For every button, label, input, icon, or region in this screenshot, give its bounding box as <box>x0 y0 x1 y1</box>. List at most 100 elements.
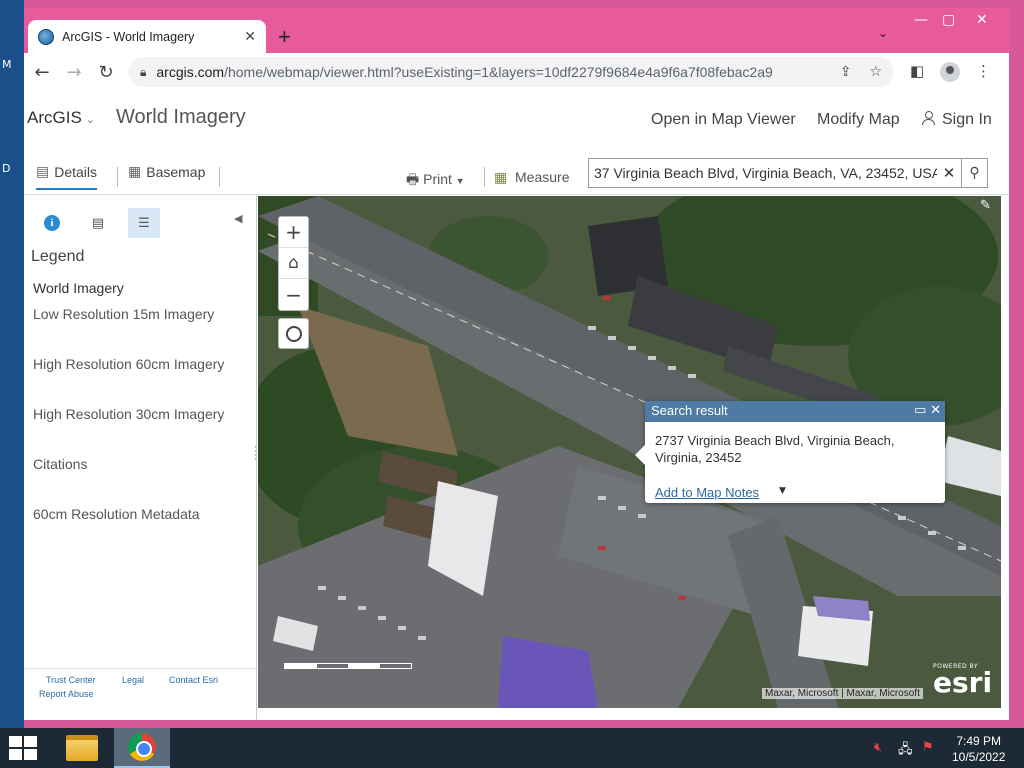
address-bar[interactable]: 🔒︎ arcgis.com/home/webmap/viewer.html?us… <box>128 57 894 87</box>
trust-center-link[interactable]: Trust Center <box>46 675 96 685</box>
back-icon[interactable]: ← <box>26 62 58 83</box>
app-header: ArcGIS ⌄ World Imagery Open in Map Viewer… <box>24 91 1009 151</box>
zoom-out-button[interactable]: − <box>279 279 308 310</box>
url-text[interactable]: arcgis.com/home/webmap/viewer.html?useEx… <box>156 64 821 80</box>
taskbar: 🔇︎ 🖧︎ ⚑ 7:49 PM 10/5/2022 <box>0 728 1024 768</box>
minimize-icon[interactable]: — <box>914 12 928 28</box>
esri-logo: POWERED BY esri <box>933 663 993 699</box>
maximize-icon[interactable]: ▢ <box>942 12 955 28</box>
system-clock[interactable]: 7:49 PM 10/5/2022 <box>952 733 1005 765</box>
legend-heading: Legend <box>31 248 85 265</box>
crosshair-icon <box>285 325 302 342</box>
lock-icon[interactable]: 🔒︎ <box>140 65 146 80</box>
map-toolbar: ▤Details ▦Basemap 🖶︎ Print ▼ ▦ Measure ✕… <box>24 153 1009 195</box>
measure-button[interactable]: ▦ Measure <box>494 169 569 186</box>
about-button[interactable]: i <box>36 208 68 238</box>
chrome-icon <box>128 733 156 761</box>
chrome-taskbar-button[interactable] <box>114 728 170 768</box>
new-tab-button[interactable]: + <box>278 24 291 50</box>
star-icon[interactable]: ☆ <box>869 64 882 80</box>
open-in-map-viewer-link[interactable]: Open in Map Viewer <box>651 111 796 129</box>
popup-header: Search result ▭ ✕ <box>645 401 945 422</box>
notification-icon[interactable]: ⚑ <box>922 740 934 755</box>
address-search: ✕ ⚲ <box>588 158 988 188</box>
search-icon[interactable]: ⚲ <box>961 159 987 187</box>
edit-icon[interactable]: ✎ <box>980 198 998 214</box>
legend-button[interactable]: ☰ <box>128 208 160 238</box>
chevron-down-icon: ⌄ <box>85 114 96 126</box>
browser-tab[interactable]: ArcGIS - World Imagery ✕ <box>28 20 266 54</box>
more-menu-icon[interactable]: ⋮ <box>976 62 991 80</box>
profile-avatar[interactable] <box>940 62 960 86</box>
grid-icon: ▦ <box>128 163 142 179</box>
close-icon[interactable]: ✕ <box>244 29 256 45</box>
legend-item: Low Resolution 15m Imagery <box>33 306 215 322</box>
document-icon: ▤ <box>36 163 50 179</box>
page-title: World Imagery <box>116 106 246 128</box>
legend-item: 60cm Resolution Metadata <box>33 506 200 522</box>
window-close-icon[interactable]: ✕ <box>976 12 988 28</box>
clear-icon[interactable]: ✕ <box>937 164 961 182</box>
home-icon: ⌂ <box>288 253 299 273</box>
user-icon <box>922 111 935 125</box>
layers-list-icon: ▤ <box>91 215 105 231</box>
content-button[interactable]: ▤ <box>82 208 114 238</box>
ruler-icon: ▦ <box>494 169 508 185</box>
legend-item: Citations <box>33 456 88 472</box>
modify-map-link[interactable]: Modify Map <box>817 111 900 129</box>
folder-icon <box>66 735 98 761</box>
locate-button[interactable] <box>278 318 309 349</box>
search-input[interactable] <box>589 165 937 181</box>
popup-pointer <box>635 445 645 465</box>
map-attribution: Maxar, Microsoft | Maxar, Microsoft <box>762 688 923 699</box>
divider <box>117 167 118 187</box>
legend-icon: ☰ <box>138 215 150 231</box>
file-explorer-button[interactable] <box>54 728 110 768</box>
desktop-icon-label: M <box>2 58 12 71</box>
network-icon[interactable]: 🖧︎ <box>898 740 913 762</box>
panel-resize-handle[interactable]: · · · · <box>254 444 257 465</box>
browser-window: ArcGIS - World Imagery ✕ + ⌄ — ▢ ✕ ← → ↻… <box>24 8 1009 720</box>
legend-layer-name: World Imagery <box>33 280 124 296</box>
close-popup-icon[interactable]: ✕ <box>930 402 941 417</box>
tab-basemap[interactable]: ▦ Basemap <box>128 163 205 180</box>
desktop-icon-label: D <box>2 162 11 175</box>
side-panel-icon[interactable]: ◧ <box>910 62 924 80</box>
web-page: ArcGIS ⌄ World Imagery Open in Map Viewer… <box>24 91 1009 720</box>
map-view[interactable]: + ⌂ − ✎ Search result ▭ ✕ 2737 Virginia … <box>258 196 1001 708</box>
popup-title: Search result <box>651 403 728 418</box>
caret-down-icon[interactable]: ▼ <box>779 486 786 496</box>
scale-bar <box>284 663 412 669</box>
share-icon[interactable]: ⇪ <box>840 64 852 80</box>
legend-item: High Resolution 30cm Imagery <box>33 406 225 422</box>
tab-details[interactable]: ▤ Details <box>36 163 98 190</box>
panel-toolbar: i ▤ ☰ <box>36 208 160 238</box>
legal-link[interactable]: Legal <box>122 675 144 685</box>
forward-icon[interactable]: → <box>58 62 90 83</box>
windows-start-icon[interactable] <box>9 736 37 760</box>
volume-muted-icon[interactable]: 🔇︎ <box>874 740 882 755</box>
zoom-controls: + ⌂ − <box>278 216 309 311</box>
sign-in-link[interactable]: Sign In <box>922 111 992 129</box>
divider <box>219 167 220 187</box>
reload-icon[interactable]: ↻ <box>90 62 122 83</box>
divider <box>484 167 485 187</box>
zoom-in-button[interactable]: + <box>279 217 308 248</box>
printer-icon: 🖶︎ <box>406 171 420 187</box>
home-button[interactable]: ⌂ <box>279 248 308 279</box>
legend-panel: i ▤ ☰ ◀ Legend World Imagery Low Resolut… <box>24 196 257 720</box>
print-button[interactable]: 🖶︎ Print ▼ <box>406 169 465 193</box>
desktop-background: M D <box>0 0 24 728</box>
popup-address: 2737 Virginia Beach Blvd, Virginia Beach… <box>655 433 895 465</box>
report-abuse-link[interactable]: Report Abuse <box>39 689 94 699</box>
chevron-down-icon[interactable]: ⌄ <box>878 26 888 40</box>
collapse-panel-icon[interactable]: ◀ <box>234 212 242 225</box>
maximize-popup-icon[interactable]: ▭ <box>914 402 926 417</box>
info-icon: i <box>44 215 60 231</box>
arcgis-menu[interactable]: ArcGIS ⌄ <box>27 108 95 128</box>
contact-esri-link[interactable]: Contact Esri <box>169 675 218 685</box>
legend-item: High Resolution 60cm Imagery <box>33 356 225 372</box>
search-result-popup: Search result ▭ ✕ 2737 Virginia Beach Bl… <box>635 401 945 503</box>
tab-title: ArcGIS - World Imagery <box>62 30 195 44</box>
add-to-map-notes-link[interactable]: Add to Map Notes <box>655 485 759 500</box>
